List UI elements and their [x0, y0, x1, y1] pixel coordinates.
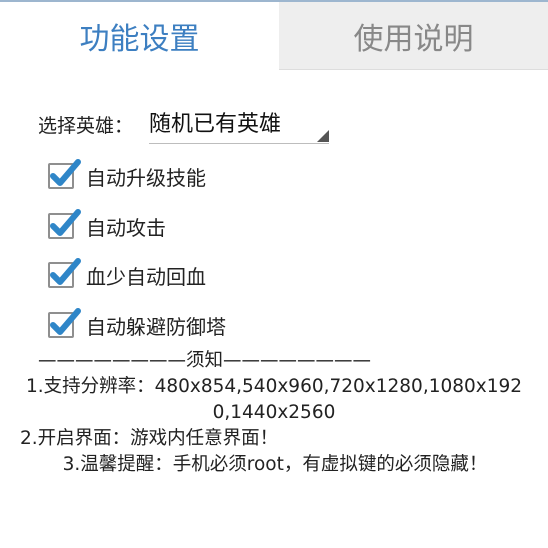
hero-select-label: 选择英雄：	[38, 114, 134, 137]
option-auto-avoid-tower[interactable]: 自动躲避防御塔	[48, 308, 226, 341]
notice-reminder-text: 3.温馨提醒：手机必须root，有虚拟键的必须隐藏！	[62, 454, 488, 475]
option-label: 自动攻击	[86, 215, 166, 240]
tab-bar: 功能设置 使用说明	[0, 0, 548, 70]
tab-function-settings[interactable]: 功能设置	[0, 0, 279, 70]
checkbox-checked-icon[interactable]	[48, 308, 81, 338]
checkbox-checked-icon[interactable]	[48, 258, 81, 288]
tab-usage-instructions-label: 使用说明	[353, 21, 474, 57]
hero-select-value: 随机已有英雄	[149, 112, 282, 137]
option-label: 自动躲避防御塔	[86, 314, 226, 339]
option-label: 血少自动回血	[86, 264, 206, 289]
option-auto-heal[interactable]: 血少自动回血	[48, 258, 206, 291]
check-mark-icon	[50, 209, 81, 236]
check-mark-icon	[50, 159, 81, 186]
dropdown-corner-arrow-icon	[317, 130, 330, 142]
notice-resolution-text: 1.支持分辨率：480x854,540x960,720x1280,1080x19…	[25, 376, 523, 423]
check-mark-icon	[50, 258, 81, 285]
notice-divider: ————————须知————————	[38, 350, 372, 371]
hero-select-dropdown[interactable]: 随机已有英雄	[149, 104, 330, 144]
tab-usage-instructions[interactable]: 使用说明	[279, 0, 548, 70]
hero-select-row: 选择英雄： 随机已有英雄	[38, 104, 330, 144]
check-mark-icon	[50, 308, 81, 335]
tab-function-settings-label: 功能设置	[79, 22, 200, 57]
option-auto-upgrade-skill[interactable]: 自动升级技能	[48, 159, 206, 192]
checkbox-checked-icon[interactable]	[48, 159, 81, 189]
option-label: 自动升级技能	[86, 165, 206, 190]
notice-open-screen-text: 2.开启界面：游戏内任意界面！	[20, 428, 279, 449]
settings-screen: 功能设置 使用说明 选择英雄： 随机已有英雄 自动升级技能 自动攻击 血少自动回…	[0, 0, 548, 548]
option-auto-attack[interactable]: 自动攻击	[48, 209, 166, 242]
notice-section: ————————须知———————— 1.支持分辨率：480x854,540x9…	[0, 348, 548, 478]
checkbox-checked-icon[interactable]	[48, 209, 81, 239]
